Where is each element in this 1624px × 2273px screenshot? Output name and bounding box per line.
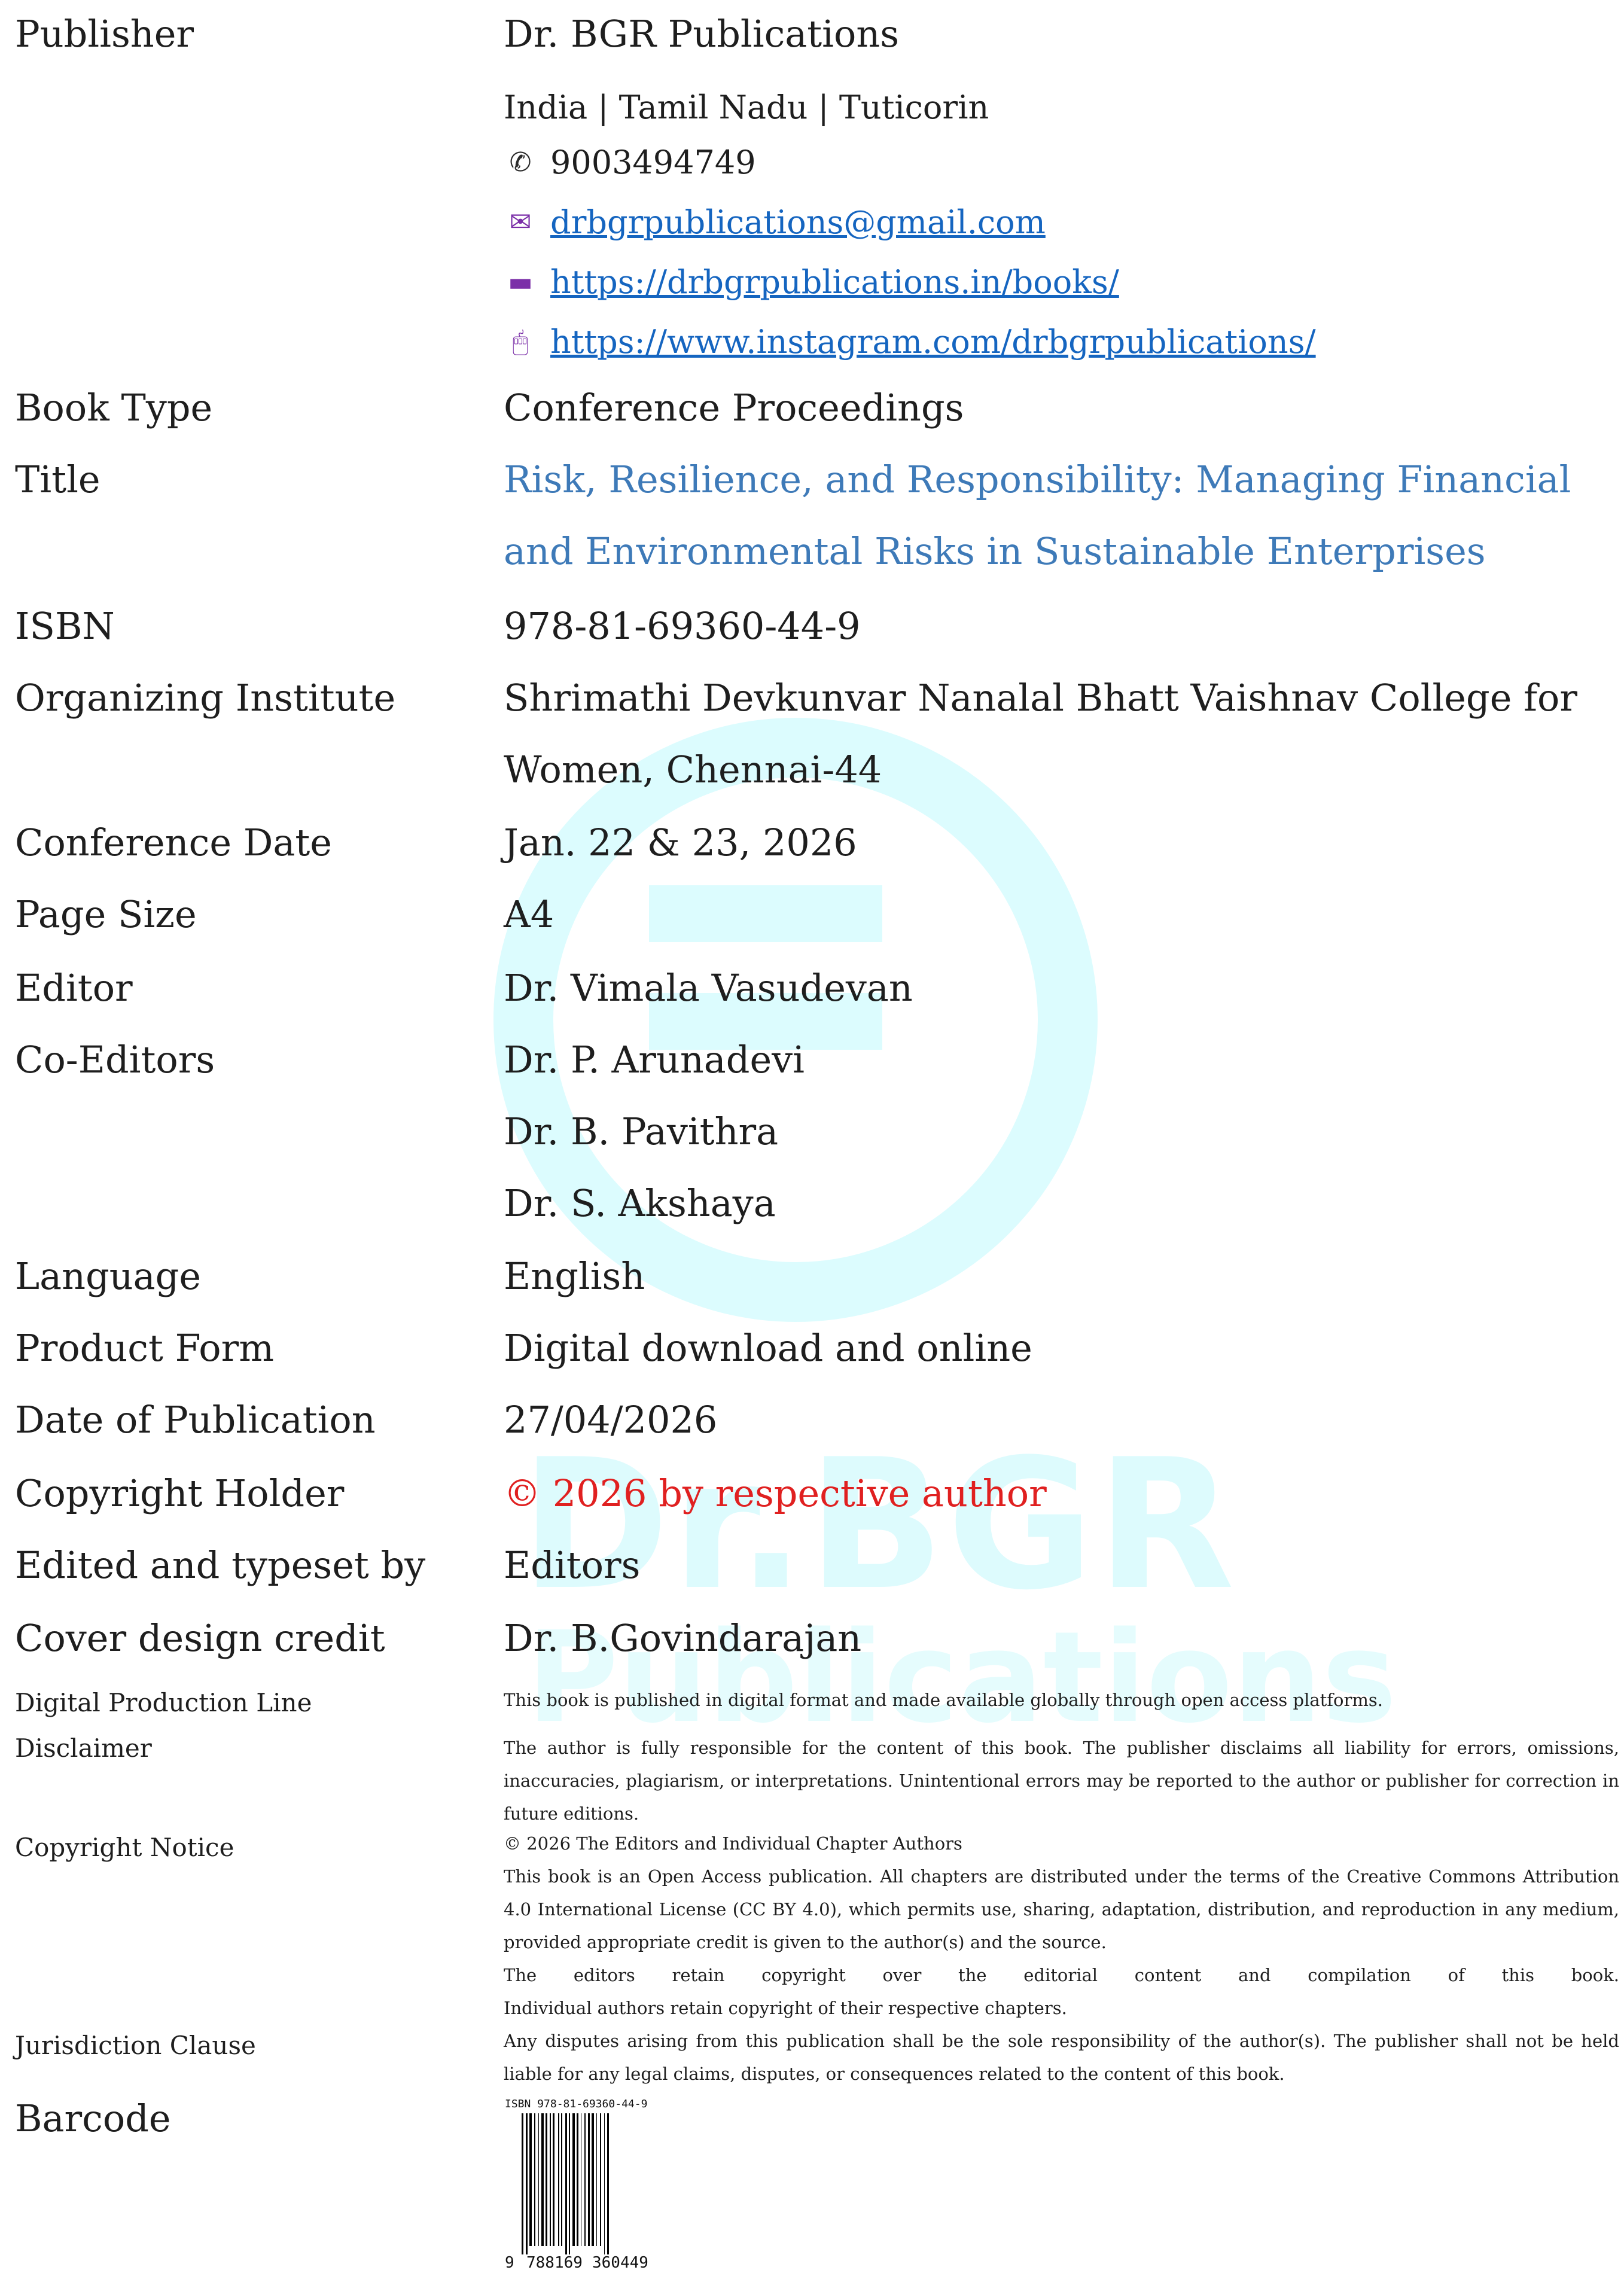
barcode-bar	[592, 2113, 594, 2246]
barcode-bar	[588, 2113, 590, 2246]
barcode-bars	[522, 2113, 609, 2254]
cover-design-value: Dr. B.Govindarajan	[504, 1616, 862, 1660]
barcode-bar	[565, 2113, 567, 2254]
watermark-text: Dr.BGR	[520, 1421, 1238, 1629]
institute-line-2: Women, Chennai-44	[504, 748, 882, 791]
barcode-bar	[550, 2113, 551, 2246]
copyright-holder-value: © 2026 by respective author	[504, 1471, 1047, 1515]
title-label: Title	[15, 458, 100, 501]
barcode-bar	[577, 2113, 578, 2246]
copyright-license-text: This book is an Open Access publication.…	[504, 1866, 1619, 1952]
barcode-bar	[569, 2113, 570, 2254]
publisher-label: Publisher	[15, 12, 194, 56]
barcode-isbn-text: ISBN 978-81-69360-44-9	[505, 2098, 647, 2110]
barcode-digits-left: 788169	[526, 2254, 583, 2271]
co-editor-name: Dr. P. Arunadevi	[504, 1038, 805, 1081]
publisher-email-line: ✉ drbgrpublications@gmail.com	[504, 203, 1046, 241]
publisher-phone-line: ✆ 9003494749	[504, 144, 756, 181]
book-type-value: Conference Proceedings	[504, 386, 964, 429]
barcode-bar	[607, 2113, 609, 2254]
conference-date-label: Conference Date	[15, 821, 332, 864]
product-form-value: Digital download and online	[504, 1326, 1032, 1370]
copyright-holder-label: Copyright Holder	[15, 1471, 345, 1515]
barcode-bar	[522, 2113, 523, 2254]
barcode-label: Barcode	[15, 2097, 171, 2140]
editor-label: Editor	[15, 966, 133, 1010]
language-label: Language	[15, 1254, 202, 1298]
production-text: This book is published in digital format…	[504, 1690, 1383, 1710]
publication-date-value: 27/04/2026	[504, 1398, 718, 1442]
typeset-value: Editors	[504, 1543, 641, 1587]
mouse-icon: 🖱	[512, 327, 529, 357]
barcode-digits-right: 360449	[592, 2254, 648, 2271]
publisher-email-link[interactable]: drbgrpublications@gmail.com	[550, 203, 1046, 241]
disclaimer-text: The author is fully responsible for the …	[504, 1738, 1619, 1824]
barcode-graphic: ISBN 978-81-69360-44-9 9 788169 360449	[505, 2098, 648, 2272]
co-editor-name: Dr. S. Akshaya	[504, 1181, 776, 1225]
jurisdiction-text: Any disputes arising from this publicati…	[504, 2031, 1619, 2084]
language-value: English	[504, 1254, 645, 1298]
barcode-lead-digit: 9	[505, 2254, 514, 2271]
publisher-website-line: ▬ https://drbgrpublications.in/books/	[504, 263, 1119, 301]
watermark-bar-top	[649, 885, 882, 942]
phone-icon: ✆	[509, 147, 532, 178]
book-type-label: Book Type	[15, 386, 213, 429]
publisher-location: India | Tamil Nadu | Tuticorin	[504, 89, 989, 126]
co-editor-name: Dr. B. Pavithra	[504, 1110, 779, 1153]
title-line-1: Risk, Resilience, and Responsibility: Ma…	[504, 458, 1571, 501]
typeset-label: Edited and typeset by	[15, 1543, 426, 1587]
publisher-instagram-link[interactable]: https://www.instagram.com/drbgrpublicati…	[550, 323, 1316, 361]
editor-value: Dr. Vimala Vasudevan	[504, 966, 913, 1010]
co-editors-label: Co-Editors	[15, 1038, 215, 1081]
isbn-barcode: ISBN 978-81-69360-44-9 9 788169 360449	[504, 2097, 743, 2273]
production-label: Digital Production Line	[15, 1688, 312, 1717]
copyright-notice-label: Copyright Notice	[15, 1833, 234, 1862]
barcode-bar	[561, 2113, 562, 2246]
barcode-bar	[572, 2113, 575, 2246]
copyright-authors-text: Individual authors retain copyright of t…	[504, 1998, 1067, 2018]
barcode-bar	[553, 2113, 554, 2246]
barcode-bar	[534, 2113, 535, 2246]
barcode-bar	[558, 2113, 559, 2246]
laptop-icon: ▬	[508, 267, 533, 297]
publisher-instagram-line: 🖱 https://www.instagram.com/drbgrpublica…	[504, 323, 1316, 361]
publisher-phone: 9003494749	[550, 144, 756, 181]
isbn-value: 978-81-69360-44-9	[504, 604, 861, 648]
barcode-bar	[541, 2113, 544, 2246]
page-size-label: Page Size	[15, 892, 197, 936]
copyright-notice-text: © 2026 The Editors and Individual Chapte…	[504, 1827, 1619, 2025]
publication-date-label: Date of Publication	[15, 1398, 376, 1442]
title-line-2: and Environmental Risks in Sustainable E…	[504, 529, 1486, 573]
institute-line-1: Shrimathi Devkunvar Nanalal Bhatt Vaishn…	[504, 676, 1578, 720]
product-form-label: Product Form	[15, 1326, 275, 1370]
disclaimer-label: Disclaimer	[15, 1733, 152, 1763]
barcode-bar	[600, 2113, 601, 2246]
barcode-bar	[526, 2113, 528, 2254]
barcode-bar	[529, 2113, 532, 2246]
barcode-bar	[546, 2113, 547, 2246]
copyright-line: © 2026 The Editors and Individual Chapte…	[504, 1833, 962, 1854]
barcode-bar	[538, 2113, 539, 2246]
institute-label: Organizing Institute	[15, 676, 396, 720]
isbn-label: ISBN	[15, 604, 115, 648]
publisher-website-link[interactable]: https://drbgrpublications.in/books/	[550, 263, 1119, 301]
barcode-bar	[596, 2113, 597, 2246]
mail-icon: ✉	[509, 207, 532, 237]
cover-design-label: Cover design credit	[15, 1616, 385, 1660]
jurisdiction-label: Jurisdiction Clause	[15, 2031, 256, 2060]
conference-date-value: Jan. 22 & 23, 2026	[504, 821, 857, 864]
barcode-bar	[584, 2113, 586, 2246]
barcode-bar	[604, 2113, 605, 2254]
copyright-editors-text: The editors retain copyright over the ed…	[504, 1965, 1619, 1985]
page-size-value: A4	[504, 892, 554, 936]
publisher-name: Dr. BGR Publications	[504, 12, 900, 56]
